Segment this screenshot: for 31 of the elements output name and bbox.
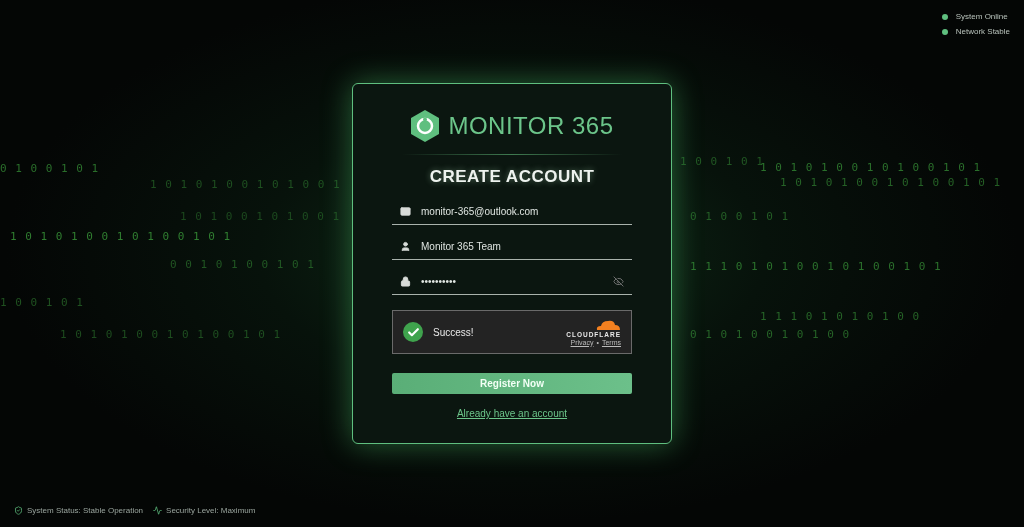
binary-digits: 0 0 1 0 1 0 0 1 0 1 — [170, 258, 315, 271]
footer-status: Security Level: Maximum — [166, 506, 256, 515]
user-icon — [400, 241, 411, 252]
email-field[interactable]: monitor-365@outlook.com — [392, 199, 632, 225]
check-icon — [406, 325, 420, 339]
footer-status: System Status: Stable Operation — [27, 506, 144, 515]
binary-digits: 1 1 1 0 1 0 1 0 1 0 0 — [760, 310, 921, 323]
binary-digits: 1 0 1 0 1 0 0 1 0 1 0 0 1 0 1 — [780, 176, 1002, 189]
cloud-icon — [595, 318, 621, 330]
binary-digits: 0 1 0 1 0 0 1 0 1 0 0 — [690, 328, 851, 341]
binary-digits: 1 1 1 0 1 0 1 0 0 1 0 1 0 0 1 0 1 — [690, 260, 942, 273]
shield-check-icon — [14, 506, 23, 515]
status-label: Network Stable — [955, 27, 1010, 36]
captcha-checkbox[interactable] — [403, 322, 423, 342]
eye-slash-icon[interactable] — [613, 276, 624, 287]
status-label: System Online — [955, 12, 1008, 21]
binary-digits: 1 0 1 0 1 0 0 1 0 1 0 0 1 0 1 — [60, 328, 282, 341]
password-field[interactable]: •••••••••• — [392, 269, 632, 295]
pulse-icon — [153, 506, 163, 515]
captcha-message: Success! — [433, 326, 475, 338]
login-link[interactable]: Already have an account — [456, 408, 568, 419]
brand-name: MONITOR 365 — [448, 112, 614, 140]
binary-digits: 1 0 1 0 1 0 0 1 0 1 0 0 1 0 1 — [760, 161, 982, 174]
name-field[interactable]: Monitor 365 Team — [392, 234, 632, 260]
binary-digits: 1 0 0 1 0 1 — [0, 296, 84, 309]
logo-icon — [410, 110, 441, 142]
binary-digits: 1 0 1 0 1 0 0 1 0 1 0 0 1 0 1 — [10, 230, 232, 243]
form-title: CREATE ACCOUNT — [429, 167, 595, 187]
binary-digits: 0 1 0 0 1 0 1 — [0, 162, 100, 175]
lock-icon — [400, 276, 411, 287]
binary-digits: 0 1 0 0 1 0 1 — [690, 210, 790, 223]
